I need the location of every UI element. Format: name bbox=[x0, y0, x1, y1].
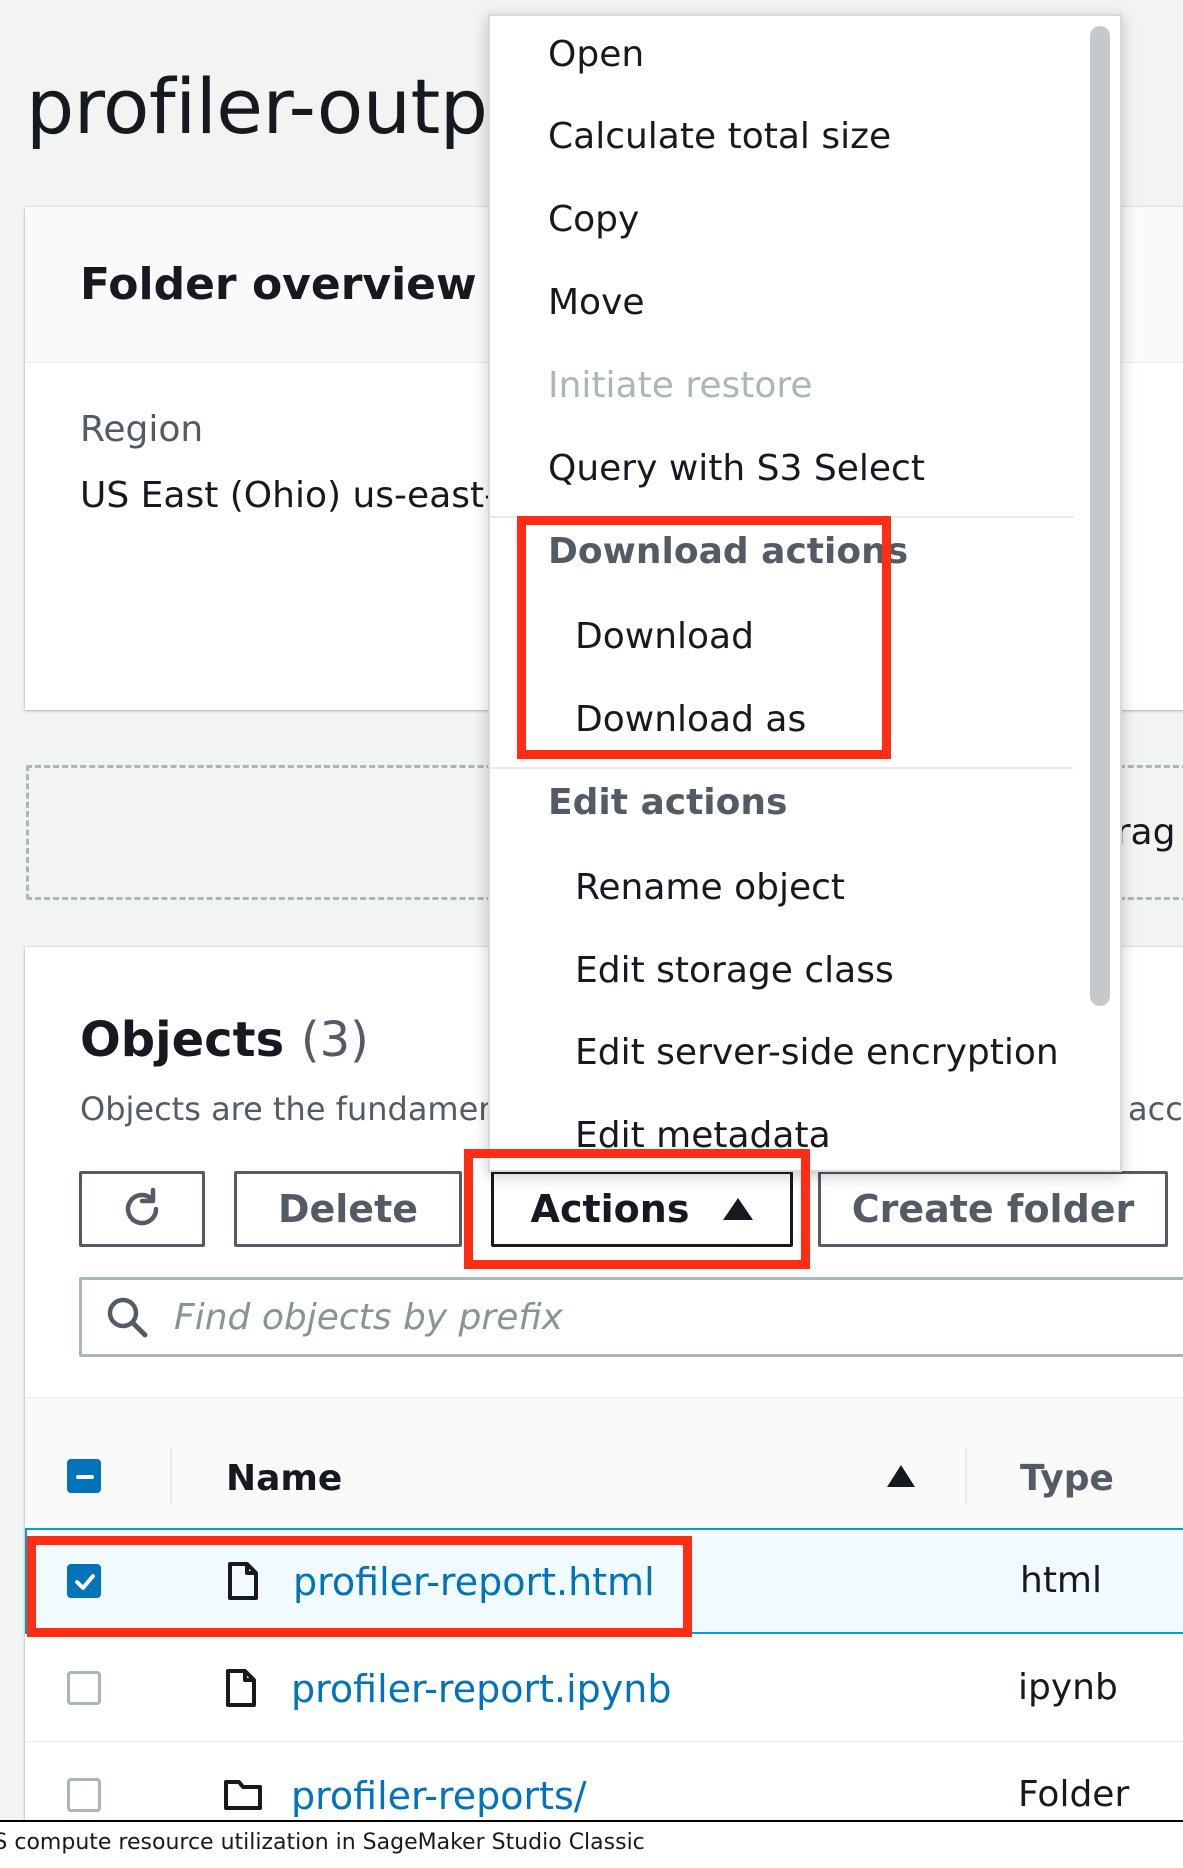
menu-group-edit-actions: Edit actions bbox=[548, 782, 788, 823]
menu-scrollbar-thumb[interactable] bbox=[1090, 26, 1110, 1006]
objects-count: (3) bbox=[300, 1012, 369, 1068]
menu-separator bbox=[490, 767, 1082, 769]
column-divider bbox=[965, 1446, 967, 1506]
s3-console-page: profiler-outpu Folder overview Region US… bbox=[0, 0, 1183, 1868]
page-title: profiler-outpu bbox=[26, 62, 536, 151]
objects-title-label: Objects bbox=[80, 1012, 285, 1068]
region-value: US East (Ohio) us-east-2 bbox=[80, 475, 521, 516]
object-link[interactable]: profiler-report.html bbox=[293, 1560, 655, 1604]
select-all-checkbox[interactable] bbox=[67, 1459, 101, 1493]
menu-item-download-as[interactable]: Download as bbox=[575, 699, 806, 740]
menu-item-move[interactable]: Move bbox=[548, 282, 645, 323]
sort-ascending-icon[interactable] bbox=[887, 1465, 915, 1487]
minus-icon bbox=[76, 1475, 94, 1479]
menu-item-open[interactable]: Open bbox=[548, 34, 644, 75]
object-link[interactable]: profiler-reports/ bbox=[291, 1774, 587, 1818]
actions-button[interactable]: Actions bbox=[491, 1171, 793, 1247]
caption-bar: /S compute resource utilization in SageM… bbox=[0, 1820, 1183, 1868]
actions-button-label: Actions bbox=[530, 1187, 690, 1231]
search-input[interactable] bbox=[172, 1288, 1076, 1346]
object-link[interactable]: profiler-report.ipynb bbox=[291, 1667, 671, 1711]
menu-item-edit-server-side-encryption[interactable]: Edit server-side encryption bbox=[575, 1032, 1059, 1073]
menu-item-rename-object[interactable]: Rename object bbox=[575, 867, 845, 908]
menu-item-edit-storage-class[interactable]: Edit storage class bbox=[575, 950, 894, 991]
table-header: Name Type bbox=[25, 1397, 1183, 1529]
menu-item-calculate-total-size[interactable]: Calculate total size bbox=[548, 116, 891, 157]
menu-scrollbar-track[interactable] bbox=[1074, 16, 1120, 1170]
caret-up-icon bbox=[723, 1198, 754, 1220]
search-box bbox=[79, 1277, 1183, 1357]
column-header-name[interactable]: Name bbox=[226, 1458, 342, 1499]
caption-text: /S compute resource utilization in SageM… bbox=[0, 1830, 645, 1855]
folder-overview-title: Folder overview bbox=[80, 259, 477, 310]
refresh-icon bbox=[125, 1187, 159, 1226]
search-icon bbox=[107, 1297, 148, 1338]
region-label: Region bbox=[80, 409, 204, 450]
objects-description: Objects are the fundamental bbox=[80, 1090, 540, 1128]
file-icon bbox=[226, 1669, 256, 1707]
menu-item-copy[interactable]: Copy bbox=[548, 199, 639, 240]
menu-item-edit-metadata[interactable]: Edit metadata bbox=[575, 1115, 831, 1156]
objects-title: Objects (3) bbox=[80, 1012, 369, 1068]
menu-item-download[interactable]: Download bbox=[575, 616, 754, 657]
create-folder-button[interactable]: Create folder bbox=[818, 1171, 1168, 1247]
table-row[interactable]: profiler-report.html html bbox=[25, 1528, 1183, 1634]
object-type: ipynb bbox=[1018, 1667, 1118, 1708]
row-checkbox[interactable] bbox=[67, 1564, 101, 1598]
objects-description-tail: acce bbox=[1128, 1090, 1183, 1128]
column-header-type[interactable]: Type bbox=[1020, 1458, 1114, 1499]
menu-item-query-s3-select[interactable]: Query with S3 Select bbox=[548, 448, 925, 489]
refresh-button[interactable] bbox=[79, 1171, 205, 1247]
menu-item-initiate-restore: Initiate restore bbox=[548, 365, 813, 406]
menu-separator bbox=[490, 516, 1082, 518]
row-checkbox[interactable] bbox=[67, 1778, 101, 1812]
delete-button[interactable]: Delete bbox=[234, 1171, 462, 1247]
column-divider bbox=[170, 1446, 172, 1506]
object-type: Folder bbox=[1018, 1774, 1130, 1815]
row-checkbox[interactable] bbox=[67, 1671, 101, 1705]
actions-dropdown-menu: Open Calculate total size Copy Move Init… bbox=[488, 14, 1122, 1172]
file-icon bbox=[228, 1562, 258, 1600]
table-row[interactable]: profiler-report.ipynb ipynb bbox=[25, 1635, 1183, 1742]
checkmark-icon bbox=[75, 1574, 95, 1590]
folder-icon bbox=[224, 1780, 262, 1810]
menu-group-download-actions: Download actions bbox=[548, 531, 909, 572]
object-type: html bbox=[1020, 1560, 1103, 1601]
